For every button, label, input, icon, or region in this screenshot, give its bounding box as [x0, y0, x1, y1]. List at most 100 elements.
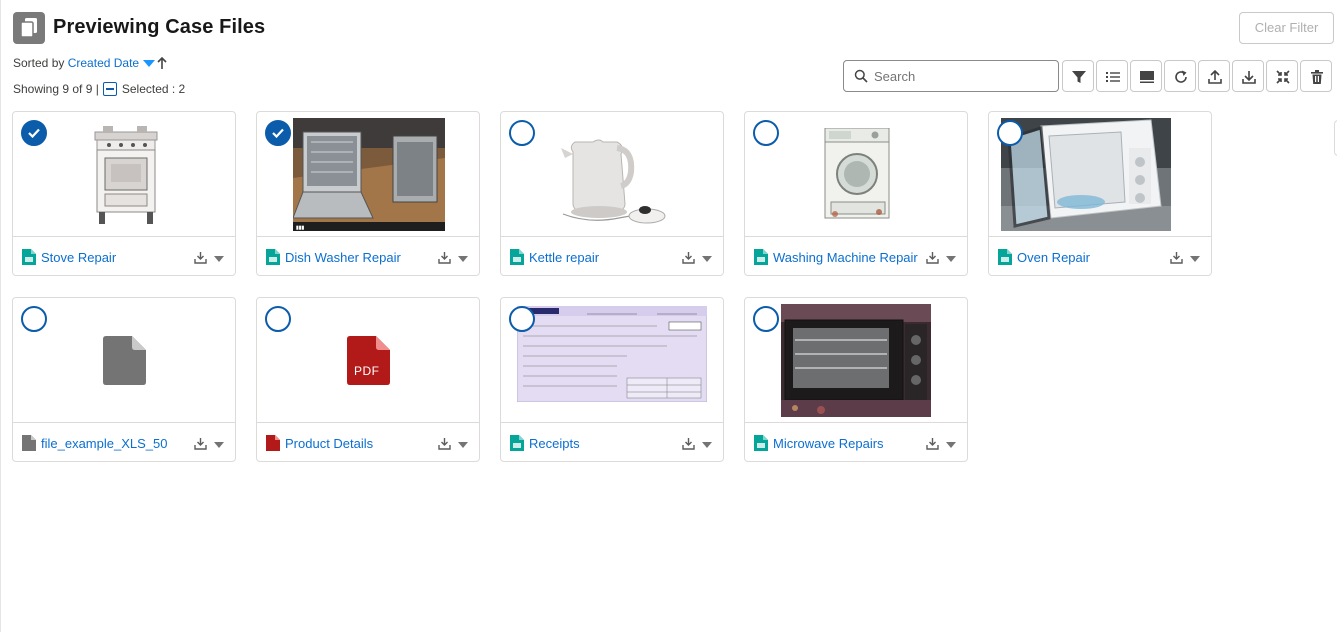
collapse-button[interactable] — [1266, 60, 1298, 92]
download-icon — [1242, 71, 1256, 84]
file-card-footer: Oven Repair — [989, 238, 1211, 275]
tile-view-button[interactable] — [1130, 60, 1162, 92]
refresh-button[interactable] — [1164, 60, 1196, 92]
file-card[interactable]: Washing Machine Repair — [744, 111, 968, 276]
file-name-link[interactable]: Dish Washer Repair — [285, 250, 401, 265]
file-actions-dropdown-icon[interactable] — [458, 256, 468, 262]
file-card-footer: Washing Machine Repair — [745, 238, 967, 275]
file-actions-dropdown-icon[interactable] — [214, 256, 224, 262]
svg-text:▮▮▮: ▮▮▮ — [296, 225, 305, 231]
download-icon[interactable] — [926, 437, 939, 450]
image-file-icon — [510, 249, 524, 265]
sort-field-link[interactable]: Created Date — [68, 56, 139, 70]
download-icon[interactable] — [194, 251, 207, 264]
file-actions-dropdown-icon[interactable] — [702, 442, 712, 448]
download-icon[interactable] — [438, 437, 451, 450]
file-select-checkbox[interactable] — [509, 306, 535, 332]
file-card[interactable]: Kettle repair — [500, 111, 724, 276]
select-all-checkbox[interactable] — [102, 82, 117, 96]
file-card-footer: Kettle repair — [501, 238, 723, 275]
file-select-checkbox[interactable] — [265, 120, 291, 146]
file-preview-panel: Previewing Case Files Clear Filter Sorte… — [0, 0, 1337, 632]
clear-filter-button[interactable]: Clear Filter — [1239, 12, 1334, 44]
file-card-footer: file_example_XLS_50 — [13, 424, 235, 461]
page-title: Previewing Case Files — [53, 16, 266, 38]
filter-button[interactable] — [1062, 60, 1094, 92]
sort-direction-arrow-up-icon[interactable] — [157, 56, 167, 73]
file-name-link[interactable]: Product Details — [285, 436, 373, 451]
file-select-checkbox[interactable] — [21, 120, 47, 146]
list-view-button[interactable] — [1096, 60, 1128, 92]
file-card[interactable]: file_example_XLS_50 — [12, 297, 236, 462]
download-icon[interactable] — [682, 437, 695, 450]
file-actions-dropdown-icon[interactable] — [214, 442, 224, 448]
showing-count: Showing 9 of 9 | — [13, 82, 99, 96]
file-actions-dropdown-icon[interactable] — [458, 442, 468, 448]
checkmark-icon — [272, 128, 284, 138]
download-icon[interactable] — [194, 437, 207, 450]
pdf-file-icon — [266, 435, 280, 451]
sort-indicator: Sorted by Created Date — [13, 56, 167, 73]
selection-status: Showing 9 of 9 | Selected : 2 — [13, 82, 185, 96]
file-name-link[interactable]: Oven Repair — [1017, 250, 1090, 265]
refresh-icon — [1175, 70, 1187, 83]
checkmark-icon — [28, 128, 40, 138]
file-name-link[interactable]: Receipts — [529, 436, 580, 451]
collapse-icon — [1276, 70, 1290, 84]
download-icon[interactable] — [438, 251, 451, 264]
file-select-checkbox[interactable] — [509, 120, 535, 146]
file-actions-dropdown-icon[interactable] — [946, 256, 956, 262]
file-card[interactable]: PDF Product Details — [256, 297, 480, 462]
delete-button[interactable] — [1300, 60, 1332, 92]
file-name-link[interactable]: Microwave Repairs — [773, 436, 884, 451]
generic-file-icon — [22, 435, 36, 451]
list-view-icon — [1106, 72, 1120, 82]
image-file-icon — [22, 249, 36, 265]
file-select-checkbox[interactable] — [753, 306, 779, 332]
file-select-checkbox[interactable] — [21, 306, 47, 332]
file-actions-dropdown-icon[interactable] — [946, 442, 956, 448]
file-card[interactable]: Oven Repair — [988, 111, 1212, 276]
tile-view-icon — [1140, 71, 1154, 83]
image-file-icon — [754, 249, 768, 265]
image-file-icon — [998, 249, 1012, 265]
file-select-checkbox[interactable] — [997, 120, 1023, 146]
image-file-icon — [266, 249, 280, 265]
selected-count: Selected : 2 — [121, 82, 186, 96]
file-card[interactable]: ▮▮▮ Dish Washer Repair — [256, 111, 480, 276]
download-icon[interactable] — [1170, 251, 1183, 264]
files-app-icon — [13, 12, 45, 44]
upload-icon — [1208, 69, 1222, 84]
file-select-checkbox[interactable] — [753, 120, 779, 146]
file-card-footer: Receipts — [501, 424, 723, 461]
filter-icon — [1072, 71, 1086, 83]
file-name-link[interactable]: Washing Machine Repair — [773, 250, 918, 265]
download-button[interactable] — [1232, 60, 1264, 92]
upload-button[interactable] — [1198, 60, 1230, 92]
file-actions-dropdown-icon[interactable] — [1190, 256, 1200, 262]
file-card[interactable]: Microwave Repairs — [744, 297, 968, 462]
image-file-icon — [510, 435, 524, 451]
search-input[interactable] — [874, 63, 1054, 89]
file-name-link[interactable]: file_example_XLS_50 — [41, 436, 167, 451]
image-file-icon — [754, 435, 768, 451]
file-actions-dropdown-icon[interactable] — [702, 256, 712, 262]
file-card-footer: Dish Washer Repair — [257, 238, 479, 275]
file-select-checkbox[interactable] — [265, 306, 291, 332]
washing-machine-image — [824, 128, 890, 219]
file-card[interactable]: Stove Repair — [12, 111, 236, 276]
search-field[interactable] — [843, 60, 1059, 92]
pdf-label: PDF — [354, 364, 380, 378]
file-card-footer: Microwave Repairs — [745, 424, 967, 461]
download-icon[interactable] — [926, 251, 939, 264]
microwave-image — [781, 304, 931, 417]
download-icon[interactable] — [682, 251, 695, 264]
oven-image — [1001, 118, 1171, 231]
sort-prefix: Sorted by — [13, 56, 65, 70]
file-name-link[interactable]: Stove Repair — [41, 250, 116, 265]
sort-field-dropdown-icon[interactable] — [143, 60, 156, 67]
file-name-link[interactable]: Kettle repair — [529, 250, 599, 265]
receipt-image — [517, 306, 707, 402]
stove-image — [94, 126, 158, 224]
file-card[interactable]: Receipts — [500, 297, 724, 462]
